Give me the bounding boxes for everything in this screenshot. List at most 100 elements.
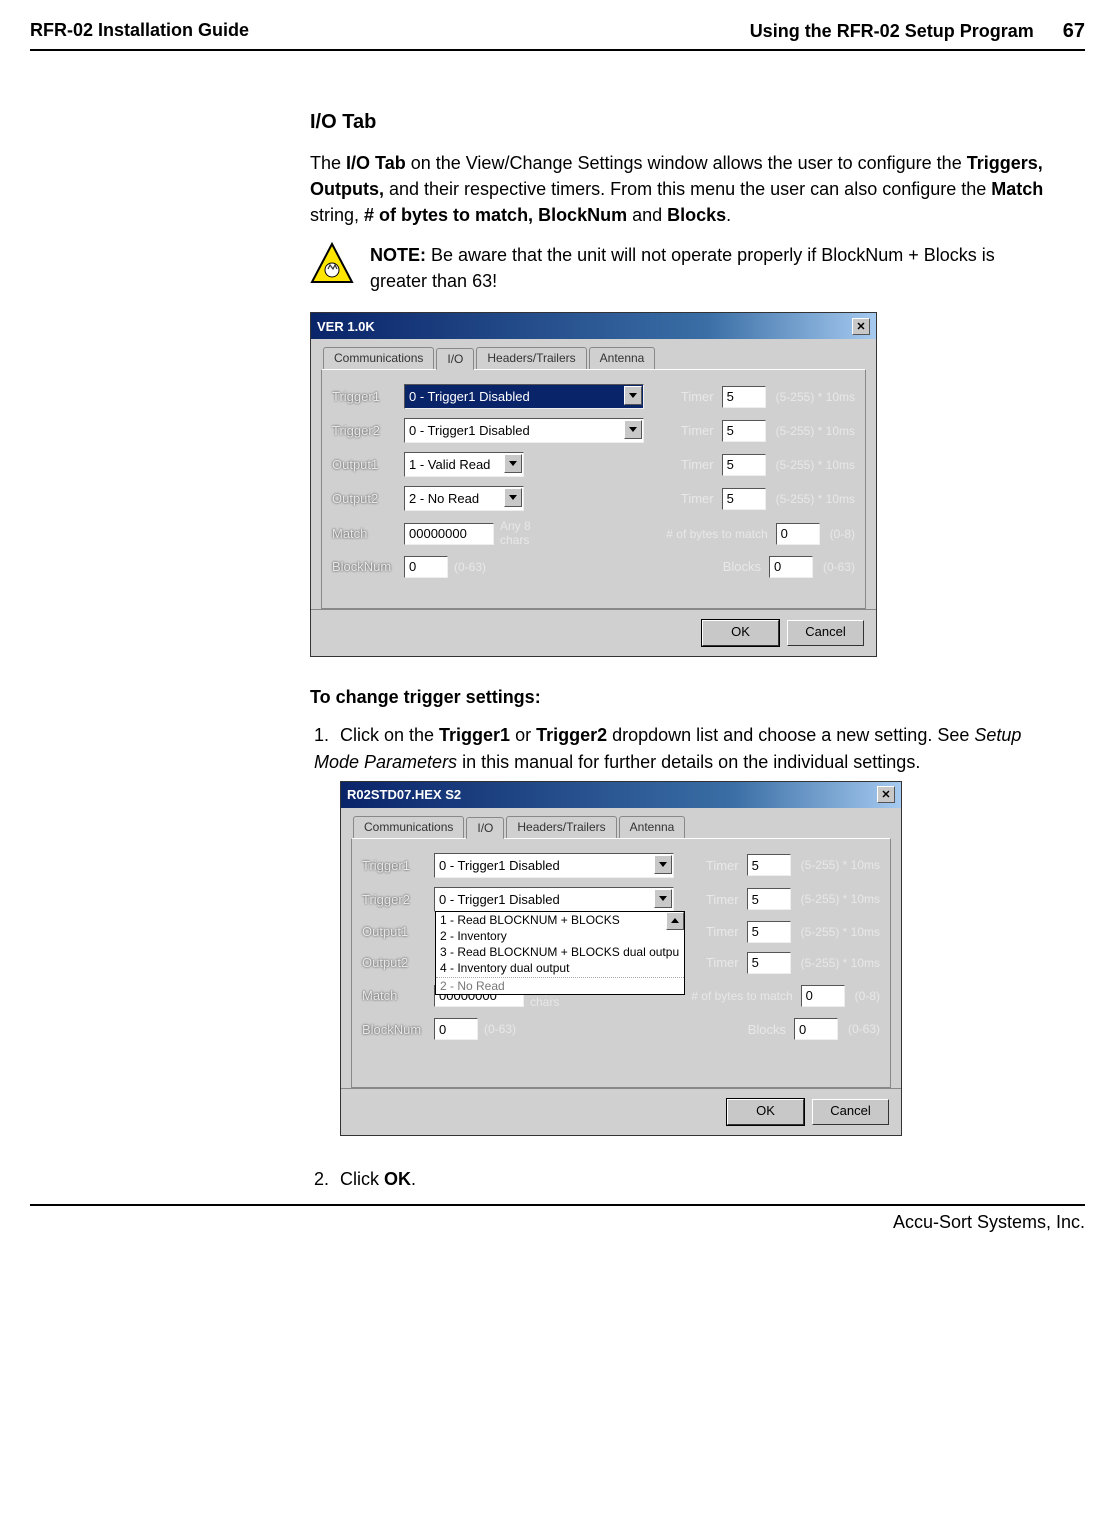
timer-label: Timer — [681, 491, 722, 506]
output1-dropdown[interactable]: 1 - Valid Read — [404, 452, 524, 477]
tab-headers-trailers[interactable]: Headers/Trailers — [506, 816, 616, 838]
output2-label: Output2 — [332, 491, 404, 506]
trigger1-dropdown[interactable]: 0 - Trigger1 Disabled — [434, 853, 674, 878]
chevron-down-icon[interactable] — [504, 488, 522, 507]
output2-timer-input[interactable]: 5 — [722, 488, 766, 510]
note-text: Be aware that the unit will not operate … — [370, 245, 995, 291]
close-icon[interactable]: ✕ — [877, 786, 895, 803]
blocks-label: Blocks — [723, 559, 769, 574]
header-left: RFR-02 Installation Guide — [30, 20, 249, 43]
cancel-button[interactable]: Cancel — [787, 620, 864, 646]
timer-label: Timer — [706, 892, 747, 907]
trigger2-timer-input[interactable]: 5 — [747, 888, 791, 910]
trigger2-dropdown-list[interactable]: 1 - Read BLOCKNUM + BLOCKS 2 - Inventory… — [435, 911, 685, 995]
trigger1-timer-input[interactable]: 5 — [747, 854, 791, 876]
dropdown-option[interactable]: 3 - Read BLOCKNUM + BLOCKS dual outpu — [436, 944, 684, 960]
dialog-title: R02STD07.HEX S2 — [347, 787, 461, 802]
warning-icon — [310, 242, 354, 291]
tab-headers-trailers[interactable]: Headers/Trailers — [476, 347, 586, 369]
blocks-input[interactable]: 0 — [769, 556, 813, 578]
note-label: NOTE: — [370, 245, 426, 265]
blocks-input[interactable]: 0 — [794, 1018, 838, 1040]
timer-hint: (5-255) * 10ms — [776, 390, 855, 404]
sub-heading: To change trigger settings: — [310, 687, 1045, 708]
tab-antenna[interactable]: Antenna — [619, 816, 686, 838]
step-1: 1.Click on the Trigger1 or Trigger2 drop… — [314, 722, 1045, 774]
match-label: Match — [332, 526, 404, 541]
output1-label: Output1 — [332, 457, 404, 472]
any8-hint: Any 8 chars — [500, 520, 542, 546]
chevron-down-icon[interactable] — [624, 386, 642, 405]
tab-io[interactable]: I/O — [466, 817, 504, 839]
blocknum-label: BlockNum — [332, 559, 404, 574]
tab-row: Communications I/O Headers/Trailers Ante… — [341, 808, 901, 838]
bytes-to-match-label: # of bytes to match — [691, 989, 800, 1003]
io-panel: Trigger1 0 - Trigger1 Disabled Timer 5 (… — [351, 838, 891, 1088]
trigger1-dropdown[interactable]: 0 - Trigger1 Disabled — [404, 384, 644, 409]
trigger1-timer-input[interactable]: 5 — [722, 386, 766, 408]
blocknum-input[interactable]: 0 — [434, 1018, 478, 1040]
page-number: 67 — [1063, 20, 1085, 42]
trigger1-label: Trigger1 — [332, 389, 404, 404]
chevron-down-icon[interactable] — [624, 420, 642, 439]
ok-button[interactable]: OK — [702, 620, 779, 646]
chevron-down-icon[interactable] — [654, 855, 672, 874]
close-icon[interactable]: ✕ — [852, 318, 870, 335]
trigger1-label: Trigger1 — [362, 858, 434, 873]
io-panel: Trigger1 0 - Trigger1 Disabled Timer 5 (… — [321, 369, 866, 609]
match-label: Match — [362, 988, 434, 1003]
blocknum-label: BlockNum — [362, 1022, 434, 1037]
output1-label: Output1 — [362, 924, 434, 939]
output1-timer-input[interactable]: 5 — [722, 454, 766, 476]
trigger2-dropdown[interactable]: 0 - Trigger1 Disabled — [404, 418, 644, 443]
cancel-button[interactable]: Cancel — [812, 1099, 889, 1125]
trigger2-dropdown[interactable]: 0 - Trigger1 Disabled 1 - Read BLOCKNUM … — [434, 887, 674, 912]
bytes-to-match-input[interactable]: 0 — [801, 985, 845, 1007]
bytes-to-match-input[interactable]: 0 — [776, 523, 820, 545]
page-footer: Accu-Sort Systems, Inc. — [30, 1204, 1085, 1233]
timer-label: Timer — [706, 924, 747, 939]
dropdown-option[interactable]: 4 - Inventory dual output — [436, 960, 684, 976]
dropdown-option[interactable]: 2 - Inventory — [436, 928, 684, 944]
header-right: Using the RFR-02 Setup Program 67 — [750, 20, 1085, 43]
dialog-buttons: OK Cancel — [311, 609, 876, 656]
tab-antenna[interactable]: Antenna — [589, 347, 656, 369]
tab-communications[interactable]: Communications — [323, 347, 434, 369]
trigger2-label: Trigger2 — [332, 423, 404, 438]
timer-label: Timer — [681, 457, 722, 472]
settings-dialog-2: R02STD07.HEX S2 ✕ Communications I/O Hea… — [340, 781, 902, 1136]
page-header: RFR-02 Installation Guide Using the RFR-… — [30, 20, 1085, 51]
tab-row: Communications I/O Headers/Trailers Ante… — [311, 339, 876, 369]
output2-label: Output2 — [362, 955, 434, 970]
output1-timer-input[interactable]: 5 — [747, 921, 791, 943]
dialog-buttons: OK Cancel — [341, 1088, 901, 1135]
trigger2-timer-input[interactable]: 5 — [722, 420, 766, 442]
blocknum-input[interactable]: 0 — [404, 556, 448, 578]
section-title: I/O Tab — [310, 111, 1045, 134]
scroll-up-icon[interactable] — [666, 912, 684, 930]
dialog-title: VER 1.0K — [317, 319, 375, 334]
tab-io[interactable]: I/O — [436, 348, 474, 370]
dropdown-option[interactable]: 1 - Read BLOCKNUM + BLOCKS — [436, 912, 684, 928]
settings-dialog-1: VER 1.0K ✕ Communications I/O Headers/Tr… — [310, 312, 877, 657]
tab-communications[interactable]: Communications — [353, 816, 464, 838]
chevron-down-icon[interactable] — [654, 889, 672, 908]
ok-button[interactable]: OK — [727, 1099, 804, 1125]
intro-paragraph: The I/O Tab on the View/Change Settings … — [310, 150, 1045, 228]
timer-label: Timer — [681, 389, 722, 404]
match-input[interactable]: 00000000 — [404, 523, 494, 545]
timer-label: Timer — [681, 423, 722, 438]
note-block: NOTE: Be aware that the unit will not op… — [310, 242, 1045, 294]
trigger2-label: Trigger2 — [362, 892, 434, 907]
chevron-down-icon[interactable] — [504, 454, 522, 473]
output2-value-behind: 2 - No Read — [436, 977, 684, 994]
titlebar[interactable]: VER 1.0K ✕ — [311, 313, 876, 339]
blocks-label: Blocks — [748, 1022, 794, 1037]
output2-dropdown[interactable]: 2 - No Read — [404, 486, 524, 511]
output2-timer-input[interactable]: 5 — [747, 952, 791, 974]
timer-label: Timer — [706, 955, 747, 970]
timer-label: Timer — [706, 858, 747, 873]
step-2: 2.Click OK. — [314, 1166, 1045, 1192]
titlebar[interactable]: R02STD07.HEX S2 ✕ — [341, 782, 901, 808]
bytes-to-match-label: # of bytes to match — [666, 527, 775, 541]
